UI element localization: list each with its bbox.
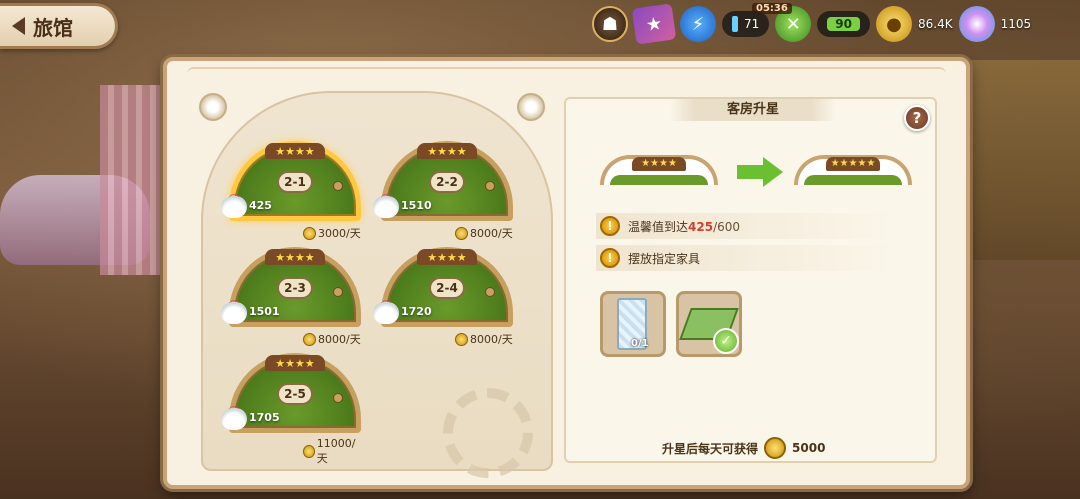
door-knob-icon bbox=[485, 287, 495, 297]
rainbow-cloud-icon: ⌒ bbox=[221, 196, 247, 218]
status-bar: ☗ ★ ⚡ 71 ✕ 90 ● 86.4K 1105 bbox=[592, 3, 1032, 45]
rainbow-cloud-icon: ⌒ bbox=[373, 196, 399, 218]
room-cozy-value: 1720 bbox=[401, 305, 432, 318]
door-knob-icon bbox=[333, 393, 343, 403]
warning-icon: ! bbox=[600, 248, 620, 268]
rainbow-cloud-icon: ⌒ bbox=[373, 302, 399, 324]
room-id: 2-2 bbox=[429, 171, 465, 193]
page-title: 旅馆 bbox=[33, 15, 73, 40]
requirement-furniture: ! 摆放指定家具 bbox=[596, 245, 896, 271]
requirement-cozy-text: 温馨值到达425/600 bbox=[628, 219, 741, 234]
room-income: 8000/天 bbox=[303, 331, 361, 347]
energy-bar-icon bbox=[732, 16, 738, 32]
room-upgrade-panel: ★★★★ 2-1 ⌒ 425 3000/天 ★★★★ 2-2 ⌒ 1510 80… bbox=[163, 57, 970, 489]
room-cozy-value: 1501 bbox=[249, 305, 280, 318]
coin-icon bbox=[303, 332, 316, 346]
room-income-value: 11000/天 bbox=[316, 437, 356, 465]
back-button[interactable]: 旅馆 bbox=[0, 3, 118, 49]
avatar-icon[interactable]: ☗ bbox=[592, 6, 628, 42]
energy-counter: 71 bbox=[722, 11, 770, 37]
door-knob-icon bbox=[485, 181, 495, 191]
cabinet-decor bbox=[960, 60, 1080, 260]
back-arrow-icon bbox=[12, 17, 25, 35]
dome-inner bbox=[610, 175, 708, 185]
room-cozy-value: 1510 bbox=[401, 199, 432, 212]
energy-icon[interactable]: ⚡ bbox=[680, 6, 716, 42]
stars-icon: ★★★★★ bbox=[826, 157, 880, 171]
room-id: 2-3 bbox=[277, 277, 313, 299]
furniture-count: 0/1 bbox=[631, 338, 649, 349]
stars-icon: ★★★★ bbox=[632, 157, 686, 171]
room-id: 2-4 bbox=[429, 277, 465, 299]
room-stars-icon: ★★★★ bbox=[265, 249, 325, 265]
rainbow-cloud-icon: ⌒ bbox=[221, 408, 247, 430]
curtain-decor bbox=[100, 85, 170, 275]
energy-timer: 05:36 bbox=[752, 3, 792, 14]
gear-decor-icon bbox=[443, 388, 533, 478]
daily-reward: 升星后每天可获得 5000 bbox=[662, 437, 825, 459]
room-card-2-2[interactable]: ★★★★ 2-2 ⌒ 1510 8000/天 bbox=[373, 141, 513, 240]
upgrade-arrow-icon bbox=[737, 157, 785, 187]
event-card-icon[interactable]: ★ bbox=[631, 3, 677, 45]
room-income-value: 8000/天 bbox=[470, 333, 513, 346]
room-card-2-1[interactable]: ★★★★ 2-1 ⌒ 425 3000/天 bbox=[221, 141, 361, 240]
room-income-value: 8000/天 bbox=[470, 227, 513, 240]
rainbow-cloud-icon: ⌒ bbox=[221, 302, 247, 324]
room-income: 11000/天 bbox=[303, 437, 361, 466]
room-stars-icon: ★★★★ bbox=[265, 143, 325, 159]
room-card-2-5[interactable]: ★★★★ 2-5 ⌒ 1705 11000/天 bbox=[221, 353, 361, 465]
room-id: 2-1 bbox=[277, 171, 313, 193]
room-income: 3000/天 bbox=[303, 225, 361, 241]
next-star-dome: ★★★★★ bbox=[794, 155, 912, 185]
coin-icon bbox=[455, 226, 468, 240]
room-cozy-value: 1705 bbox=[249, 411, 280, 424]
stamina-value: 90 bbox=[827, 17, 860, 31]
upgrade-details: 客房升星 ? ★★★★ ★★★★★ ! 温馨值到达425/600 ! 摆放指定家… bbox=[564, 97, 937, 463]
room-card-2-4[interactable]: ★★★★ 2-4 ⌒ 1720 8000/天 bbox=[373, 247, 513, 346]
room-income-value: 8000/天 bbox=[318, 333, 361, 346]
warning-icon: ! bbox=[600, 216, 620, 236]
coin-icon[interactable]: ● bbox=[875, 6, 912, 42]
room-cozy-value: 425 bbox=[249, 199, 272, 212]
corner-knob-icon bbox=[517, 93, 545, 121]
room-id: 2-5 bbox=[277, 383, 313, 405]
panel-border-decor bbox=[187, 67, 946, 81]
room-stars-icon: ★★★★ bbox=[265, 355, 325, 371]
requirement-furniture-text: 摆放指定家具 bbox=[628, 251, 701, 266]
furniture-slot-wallpaper[interactable]: 0/1 bbox=[600, 291, 666, 357]
gem-value: 1105 bbox=[1000, 17, 1032, 31]
room-income-value: 3000/天 bbox=[318, 227, 361, 240]
coin-value: 86.4K bbox=[917, 17, 953, 31]
corner-knob-icon bbox=[199, 93, 227, 121]
furniture-slot-floor[interactable]: ✓ bbox=[676, 291, 742, 357]
stamina-counter: 90 bbox=[817, 11, 870, 37]
door-knob-icon bbox=[333, 287, 343, 297]
current-star-dome: ★★★★ bbox=[600, 155, 718, 185]
upgrade-title: 客房升星 bbox=[670, 99, 836, 121]
coin-icon bbox=[764, 437, 787, 459]
coin-icon bbox=[455, 332, 468, 346]
coin-icon bbox=[303, 445, 315, 458]
door-knob-icon bbox=[333, 181, 343, 191]
energy-value: 71 bbox=[744, 17, 760, 31]
help-button[interactable]: ? bbox=[904, 105, 930, 131]
requirement-cozy: ! 温馨值到达425/600 bbox=[596, 213, 896, 239]
reward-value: 5000 bbox=[792, 441, 826, 455]
dome-inner bbox=[804, 175, 902, 185]
reward-label: 升星后每天可获得 bbox=[662, 441, 759, 456]
room-income: 8000/天 bbox=[455, 225, 513, 241]
room-card-2-3[interactable]: ★★★★ 2-3 ⌒ 1501 8000/天 bbox=[221, 247, 361, 346]
coin-icon bbox=[303, 226, 316, 240]
room-stars-icon: ★★★★ bbox=[417, 143, 477, 159]
room-stars-icon: ★★★★ bbox=[417, 249, 477, 265]
room-income: 8000/天 bbox=[455, 331, 513, 347]
checkmark-icon: ✓ bbox=[713, 328, 739, 354]
gem-icon[interactable] bbox=[958, 6, 995, 42]
